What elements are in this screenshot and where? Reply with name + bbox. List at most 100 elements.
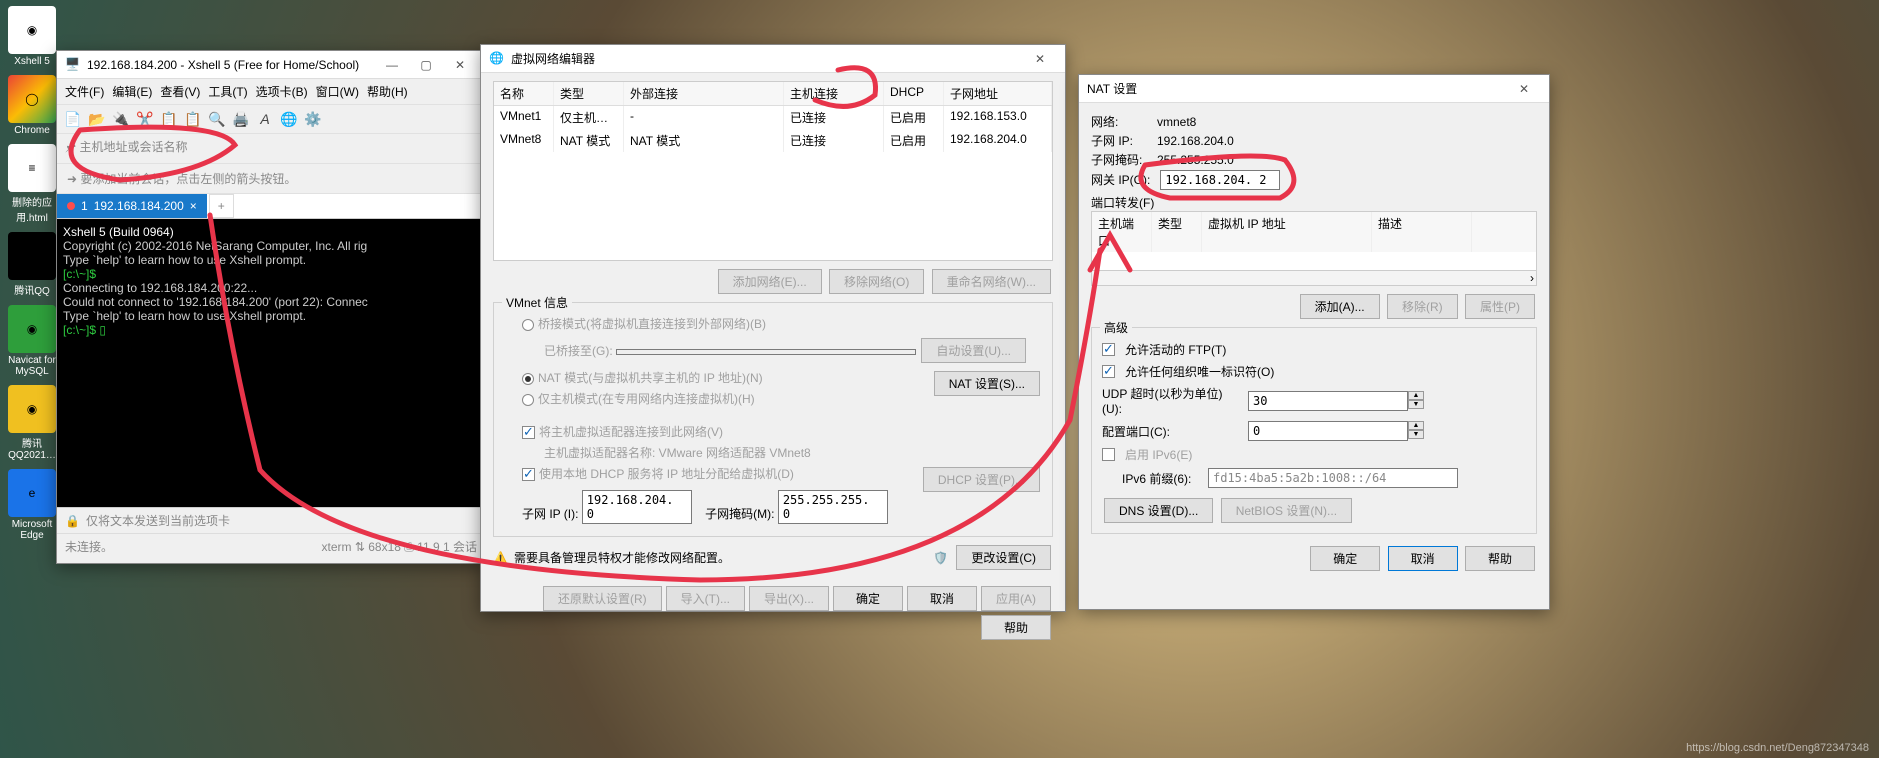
dialog-button[interactable]: 帮助	[981, 615, 1051, 640]
minimize-button[interactable]: —	[375, 55, 409, 75]
subnet-mask-input[interactable]: 255.255.255. 0	[778, 490, 888, 524]
pf-add-button[interactable]: 添加(A)...	[1300, 294, 1380, 319]
session-tab[interactable]: 1 192.168.184.200 ×	[57, 194, 207, 218]
menu-item[interactable]: 帮助(H)	[367, 85, 408, 99]
chk-active-ftp[interactable]	[1102, 343, 1115, 356]
column-header[interactable]: 主机端口	[1092, 212, 1152, 252]
close-button[interactable]: ✕	[443, 55, 477, 75]
desktop-icon[interactable]: ≡	[8, 144, 56, 192]
auto-settings-button[interactable]: 自动设置(U)...	[921, 338, 1026, 363]
advanced-group: 高级 允许活动的 FTP(T) 允许任何组织唯一标识符(O) UDP 超时(以秒…	[1091, 327, 1537, 534]
radio-bridge[interactable]	[522, 319, 534, 331]
table-scrollbar[interactable]: ‹›	[1091, 271, 1537, 286]
ok-button[interactable]: 确定	[1310, 546, 1380, 571]
menu-item[interactable]: 窗口(W)	[316, 85, 359, 99]
desktop-icon[interactable]: ◉	[8, 232, 56, 280]
chk-allow-any-oui[interactable]	[1102, 365, 1115, 378]
table-row[interactable]: VMnet1仅主机…-已连接已启用192.168.153.0	[494, 106, 1052, 129]
shield-icon: 🛡️	[933, 551, 948, 565]
dialog-button[interactable]: 确定	[833, 586, 903, 611]
copy-icon[interactable]: 📋	[159, 109, 179, 129]
print-icon[interactable]: 🖨️	[231, 109, 251, 129]
gear-icon[interactable]: ⚙️	[303, 109, 323, 129]
subnet-ip-input[interactable]: 192.168.204. 0	[582, 490, 692, 524]
spin-up-icon[interactable]: ▲	[1408, 391, 1424, 400]
connect-icon[interactable]: 🔌	[111, 109, 131, 129]
dialog-button[interactable]: 应用(A)	[981, 586, 1051, 611]
status-right: xterm ⇅ 68x18 ⎙ 11,9 1 会话	[322, 538, 478, 555]
netbios-settings-button[interactable]: NetBIOS 设置(N)...	[1221, 498, 1352, 523]
dns-settings-button[interactable]: DNS 设置(D)...	[1104, 498, 1213, 523]
watermark: https://blog.csdn.net/Deng872347348	[1686, 742, 1869, 754]
close-button[interactable]: ✕	[1023, 49, 1057, 69]
gateway-ip-input[interactable]: 192.168.204. 2	[1160, 170, 1280, 190]
change-settings-button[interactable]: 更改设置(C)	[956, 545, 1051, 570]
menu-item[interactable]: 工具(T)	[208, 85, 247, 99]
xshell-titlebar[interactable]: 🖥️ 192.168.184.200 - Xshell 5 (Free for …	[57, 51, 485, 79]
column-header[interactable]: 子网地址	[944, 82, 1052, 105]
network-table[interactable]: 名称类型外部连接主机连接DHCP子网地址 VMnet1仅主机…-已连接已启用19…	[493, 81, 1053, 261]
desktop-icon[interactable]: ◉	[8, 6, 56, 54]
vned-titlebar[interactable]: 🌐 虚拟网络编辑器 ✕	[481, 45, 1065, 73]
paste-icon[interactable]: 📋	[183, 109, 203, 129]
globe-icon[interactable]: 🌐	[279, 109, 299, 129]
radio-hostonly[interactable]	[522, 394, 534, 406]
column-header[interactable]: 主机连接	[784, 82, 884, 105]
nat-settings-button[interactable]: NAT 设置(S)...	[934, 371, 1040, 396]
cancel-button[interactable]: 取消	[1388, 546, 1458, 571]
chk-enable-ipv6[interactable]	[1102, 448, 1115, 461]
menu-item[interactable]: 选项卡(B)	[256, 85, 308, 99]
config-port-input[interactable]: 0	[1248, 421, 1408, 441]
column-header[interactable]: 描述	[1372, 212, 1472, 252]
dialog-button[interactable]: 取消	[907, 586, 977, 611]
pf-remove-button[interactable]: 移除(R)	[1387, 294, 1458, 319]
pf-props-button[interactable]: 属性(P)	[1465, 294, 1535, 319]
desktop-icon[interactable]: ◉	[8, 385, 56, 433]
rename-network-button[interactable]: 重命名网络(W)...	[932, 269, 1051, 294]
search-icon[interactable]: 🔍	[207, 109, 227, 129]
add-tab-button[interactable]: +	[209, 194, 234, 218]
new-icon[interactable]: 📄	[63, 109, 83, 129]
spin-down-icon[interactable]: ▼	[1408, 400, 1424, 409]
xshell-window: 🖥️ 192.168.184.200 - Xshell 5 (Free for …	[56, 50, 486, 564]
column-header[interactable]: DHCP	[884, 82, 944, 105]
address-bar[interactable]: 🖈 主机地址或会话名称	[57, 134, 485, 164]
column-header[interactable]: 外部连接	[624, 82, 784, 105]
port-forward-table[interactable]: 主机端口类型虚拟机 IP 地址描述	[1091, 211, 1537, 271]
dialog-button[interactable]: 导入(T)...	[666, 586, 745, 611]
help-button[interactable]: 帮助	[1465, 546, 1535, 571]
dialog-button[interactable]: 还原默认设置(R)	[543, 586, 662, 611]
spin-up-icon[interactable]: ▲	[1408, 421, 1424, 430]
chk-dhcp[interactable]	[522, 468, 535, 481]
nat-titlebar[interactable]: NAT 设置 ✕	[1079, 75, 1549, 103]
radio-nat[interactable]	[522, 373, 534, 385]
ipv6-prefix-input[interactable]: fd15:4ba5:5a2b:1008::/64	[1208, 468, 1458, 488]
desktop-icon[interactable]: ◯	[8, 75, 56, 123]
column-header[interactable]: 虚拟机 IP 地址	[1202, 212, 1372, 252]
column-header[interactable]: 类型	[1152, 212, 1202, 252]
dialog-button[interactable]: 导出(X)...	[749, 586, 829, 611]
remove-network-button[interactable]: 移除网络(O)	[829, 269, 924, 294]
close-button[interactable]: ✕	[1507, 79, 1541, 99]
maximize-button[interactable]: ▢	[409, 55, 443, 75]
desktop-icon[interactable]: ◉	[8, 305, 56, 353]
table-row[interactable]: VMnet8NAT 模式NAT 模式已连接已启用192.168.204.0	[494, 129, 1052, 152]
desktop-icon[interactable]: e	[8, 469, 56, 517]
column-header[interactable]: 类型	[554, 82, 624, 105]
dhcp-settings-button[interactable]: DHCP 设置(P)...	[923, 467, 1040, 492]
desktop-label: 删除的应用.html	[2, 194, 62, 224]
spin-down-icon[interactable]: ▼	[1408, 430, 1424, 439]
open-icon[interactable]: 📂	[87, 109, 107, 129]
xshell-menubar: 文件(F) 编辑(E) 查看(V) 工具(T) 选项卡(B) 窗口(W) 帮助(H)	[57, 79, 485, 105]
udp-timeout-input[interactable]: 30	[1248, 391, 1408, 411]
menu-item[interactable]: 查看(V)	[160, 85, 200, 99]
menu-item[interactable]: 编辑(E)	[112, 85, 152, 99]
close-tab-icon[interactable]: ×	[190, 199, 197, 213]
font-icon[interactable]: A	[255, 109, 275, 129]
add-network-button[interactable]: 添加网络(E)...	[718, 269, 822, 294]
terminal-output[interactable]: Xshell 5 (Build 0964)Copyright (c) 2002-…	[57, 219, 485, 507]
column-header[interactable]: 名称	[494, 82, 554, 105]
chk-host-adapter[interactable]	[522, 426, 535, 439]
menu-item[interactable]: 文件(F)	[65, 85, 104, 99]
disconnect-icon[interactable]: ✂️	[135, 109, 155, 129]
